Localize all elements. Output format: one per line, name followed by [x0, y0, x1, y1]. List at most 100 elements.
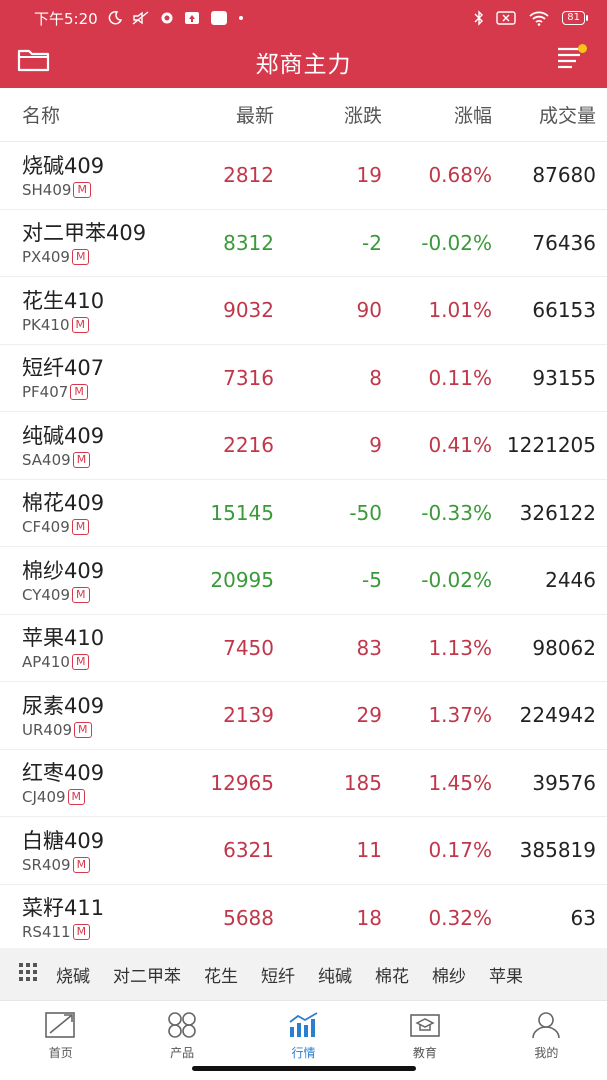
quick-item[interactable]: 短纤	[261, 962, 295, 987]
change-percent: 0.41%	[428, 433, 492, 458]
header-last[interactable]: 最新	[192, 101, 274, 128]
contract-code: SA409	[22, 450, 71, 469]
quick-item[interactable]: 纯碱	[318, 962, 352, 987]
folder-icon	[17, 46, 51, 76]
quote-row[interactable]: 对二甲苯409 PX409 M 8312 -2 -0.02% 76436	[0, 210, 607, 277]
last-price: 8312	[223, 230, 274, 255]
header-name[interactable]: 名称	[0, 101, 192, 128]
volume: 326122	[519, 500, 596, 525]
change-percent: -0.02%	[421, 230, 492, 255]
wifi-icon	[528, 10, 550, 26]
contract-code: AP410	[22, 653, 70, 672]
quick-item[interactable]: 棉花	[375, 962, 409, 987]
price-change: 29	[356, 703, 382, 728]
contract-code: RS411	[22, 923, 71, 942]
quote-row[interactable]: 棉花409 CF409 M 15145 -50 -0.33% 326122	[0, 480, 607, 547]
contract-code: PK410	[22, 315, 70, 334]
change-percent: 1.01%	[428, 298, 492, 323]
message-icon	[160, 11, 174, 25]
change-percent: 1.13%	[428, 635, 492, 660]
contract-code-wrap: CF409 M	[22, 518, 192, 536]
grid-icon	[18, 962, 38, 987]
contract-cell: 尿素409 UR409 M	[0, 692, 192, 739]
price-change: 83	[356, 635, 382, 660]
product-icon	[166, 1010, 198, 1040]
change-percent: 1.37%	[428, 703, 492, 728]
contract-name: 棉花409	[22, 491, 105, 516]
main-contract-badge: M	[70, 384, 88, 401]
dot-icon	[238, 15, 244, 21]
tab-profile[interactable]: 我的	[486, 1001, 607, 1080]
upload-icon	[184, 11, 200, 25]
contract-code-wrap: SH409 M	[22, 181, 192, 199]
mute-icon	[132, 11, 150, 25]
price-change: 90	[356, 298, 382, 323]
contract-cell: 烧碱409 SH409 M	[0, 152, 192, 199]
contract-cell: 白糖409 SR409 M	[0, 827, 192, 874]
change-percent: 0.32%	[428, 905, 492, 930]
quote-row[interactable]: 尿素409 UR409 M 2139 29 1.37% 224942	[0, 682, 607, 750]
battery-indicator: 81	[562, 11, 588, 25]
main-contract-badge: M	[72, 586, 90, 603]
menu-button[interactable]	[553, 42, 593, 78]
quick-item[interactable]: 对二甲苯	[113, 962, 181, 987]
price-change: 8	[369, 365, 382, 390]
app-header: 郑商主力	[0, 36, 607, 88]
contract-cell: 苹果410 AP410 M	[0, 624, 192, 671]
notification-dot	[578, 44, 587, 53]
quote-row[interactable]: 红枣409 CJ409 M 12965 185 1.45% 39576	[0, 750, 607, 817]
volume: 98062	[532, 635, 596, 660]
status-bar: 下午5:20 81	[0, 0, 607, 36]
home-indicator	[192, 1066, 416, 1071]
education-icon	[408, 1010, 442, 1040]
quick-item[interactable]: 烧碱	[56, 962, 90, 987]
contract-cell: 棉花409 CF409 M	[0, 489, 192, 536]
quote-row[interactable]: 苹果410 AP410 M 7450 83 1.13% 98062	[0, 615, 607, 682]
contract-cell: 红枣409 CJ409 M	[0, 759, 192, 806]
quote-row[interactable]: 菜籽411 RS411 M 5688 18 0.32% 63	[0, 885, 607, 952]
main-contract-badge: M	[71, 654, 90, 671]
volume: 2446	[545, 568, 596, 593]
contract-name: 菜籽411	[22, 896, 105, 921]
tab-label-market: 行情	[291, 1046, 316, 1060]
contract-name: 纯碱409	[22, 423, 105, 448]
contract-code: CJ409	[22, 788, 66, 807]
contract-code: UR409	[22, 720, 73, 739]
quote-row[interactable]: 棉纱409 CY409 M 20995 -5 -0.02% 2446	[0, 547, 607, 615]
contract-cell: 花生410 PK410 M	[0, 287, 192, 334]
last-price: 2812	[223, 163, 274, 188]
contract-cell: 纯碱409 SA409 M	[0, 422, 192, 469]
header-change[interactable]: 涨跌	[274, 101, 382, 128]
quick-item[interactable]: 花生	[204, 962, 238, 987]
volume: 1221205	[506, 433, 596, 458]
contract-code-wrap: UR409 M	[22, 721, 192, 739]
contract-code-wrap: AP410 M	[22, 653, 192, 671]
quote-row[interactable]: 烧碱409 SH409 M 2812 19 0.68% 87680	[0, 142, 607, 210]
last-price: 15145	[210, 500, 274, 525]
grid-button[interactable]	[0, 948, 56, 1000]
contract-code: PX409	[22, 248, 70, 267]
volume: 87680	[532, 163, 596, 188]
change-percent: -0.02%	[421, 568, 492, 593]
price-change: 185	[343, 770, 382, 795]
table-header: 名称 最新 涨跌 涨幅 成交量	[0, 88, 607, 142]
main-contract-badge: M	[67, 789, 86, 806]
quote-row[interactable]: 白糖409 SR409 M 6321 11 0.17% 385819	[0, 817, 607, 885]
change-percent: 1.45%	[428, 770, 492, 795]
contract-cell: 短纤407 PF407 M	[0, 354, 192, 401]
quick-bar: 烧碱 对二甲苯 花生 短纤 纯碱 棉花 棉纱 苹果	[0, 948, 607, 1000]
contract-code: PF407	[22, 383, 69, 402]
header-pct[interactable]: 涨幅	[382, 101, 492, 128]
volume: 39576	[532, 770, 596, 795]
price-change: 11	[356, 838, 382, 863]
quote-row[interactable]: 短纤407 PF407 M 7316 8 0.11% 93155	[0, 345, 607, 412]
quick-item[interactable]: 苹果	[489, 962, 523, 987]
quote-row[interactable]: 花生410 PK410 M 9032 90 1.01% 66153	[0, 277, 607, 345]
quote-row[interactable]: 纯碱409 SA409 M 2216 9 0.41% 1221205	[0, 412, 607, 480]
folder-button[interactable]	[16, 45, 52, 77]
header-volume[interactable]: 成交量	[492, 101, 602, 128]
contract-name: 短纤407	[22, 356, 105, 381]
tab-home[interactable]: 首页	[0, 1001, 121, 1080]
quick-item[interactable]: 棉纱	[432, 962, 466, 987]
price-change: -50	[349, 500, 382, 525]
